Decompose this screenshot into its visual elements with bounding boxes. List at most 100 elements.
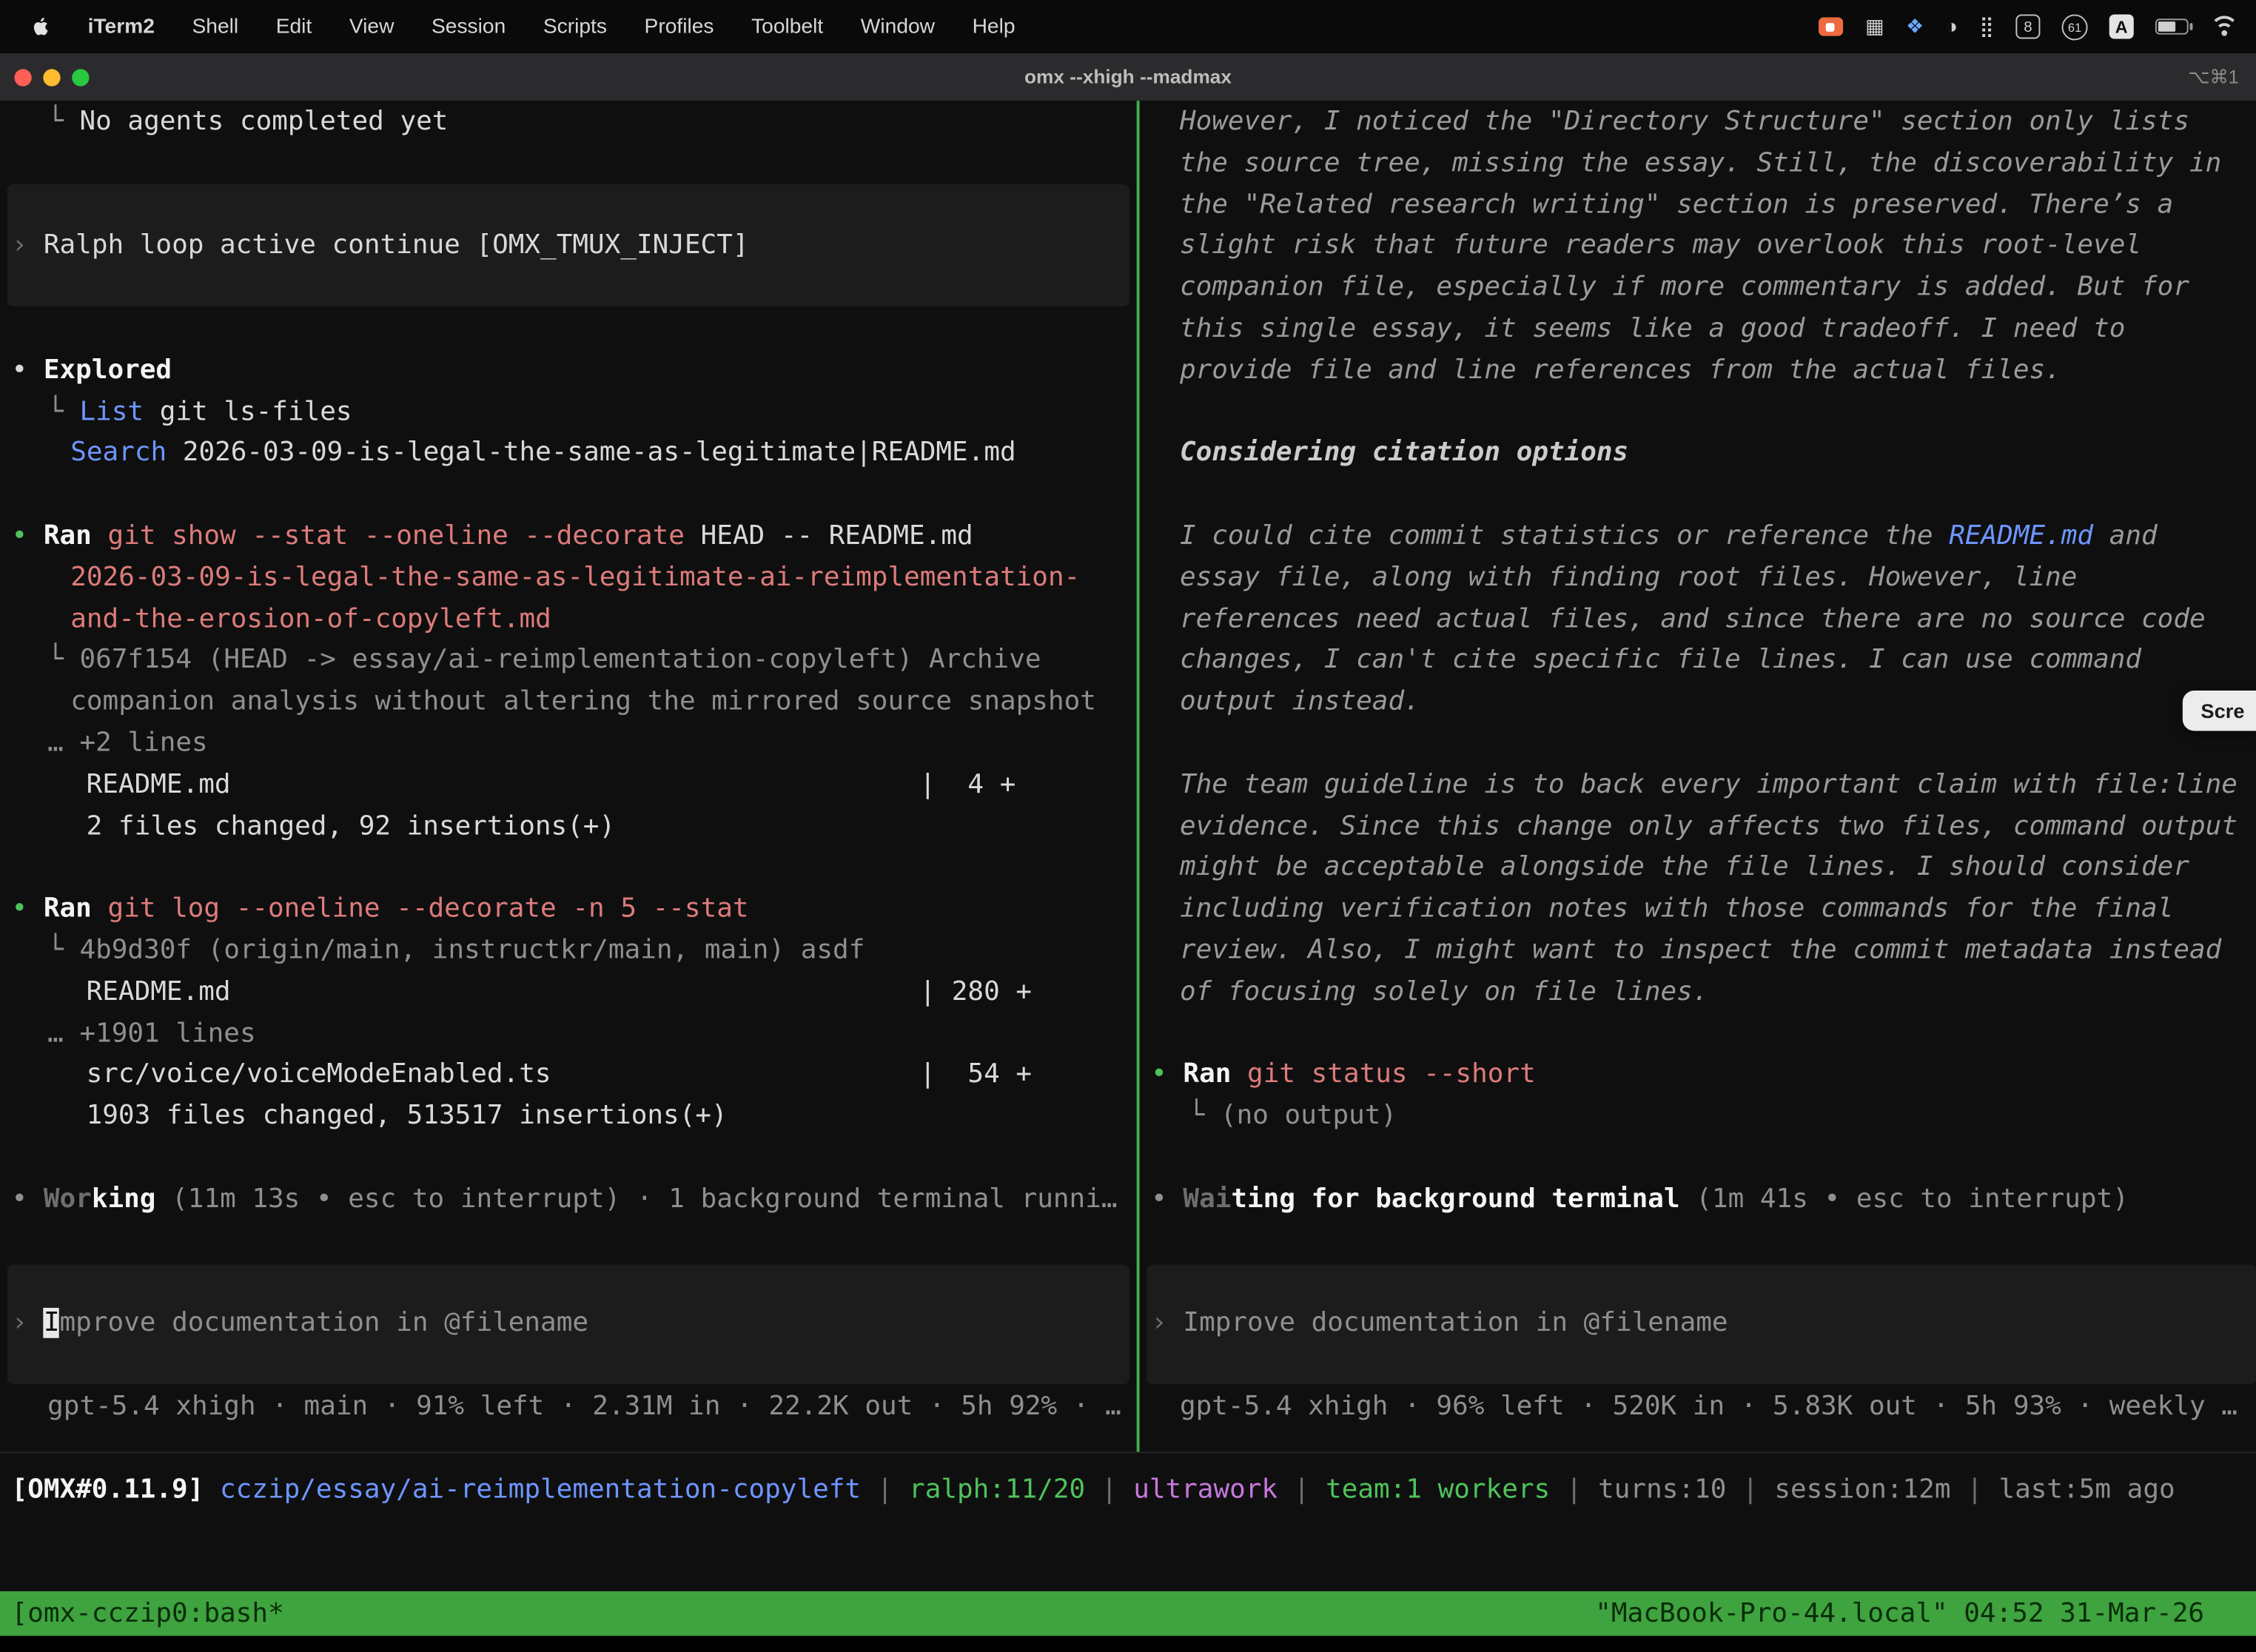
apple-menu-icon[interactable] <box>29 14 50 38</box>
terminal-line: Considering citation options <box>1151 434 2256 475</box>
terminal-line: └ (no output) <box>1151 1096 2256 1138</box>
menu-toolbelt[interactable]: Toolbelt <box>751 15 823 38</box>
input-source-icon[interactable]: A <box>2109 14 2134 38</box>
text-segment: 2 files changed, 92 insertions(+) <box>87 810 615 841</box>
prompt-line: › Improve documentation in @filename <box>12 1303 1137 1345</box>
terminal-line: README.md | 280 + <box>12 973 1137 1014</box>
window-title: omx --xhigh --madmax <box>0 66 2256 87</box>
sparkle-icon[interactable]: ❖ <box>1906 14 1924 38</box>
text-segment: 067f154 (HEAD -> essay/ai-reimplementati… <box>79 645 1041 676</box>
text-segment: Wai <box>1183 1183 1231 1214</box>
terminal-line <box>12 309 1137 351</box>
screen-recording-indicator-icon[interactable] <box>1819 17 1844 36</box>
text-segment: companion analysis without altering the … <box>70 687 1096 717</box>
text-segment: └ <box>47 107 79 137</box>
text-segment <box>92 893 108 924</box>
pane-bottom-separator <box>0 1451 2256 1453</box>
menu-profiles[interactable]: Profiles <box>645 15 714 38</box>
terminal-line: src/voice/voiceModeEnabled.ts | 54 + <box>12 1055 1137 1097</box>
right-pane[interactable]: However, I noticed the "Directory Struct… <box>1140 101 2256 1451</box>
text-segment: • <box>12 355 44 386</box>
text-segment: slight risk that future readers may over… <box>1180 231 2141 261</box>
keypad-icon[interactable]: 8 <box>2015 14 2040 38</box>
battery-percentage-icon[interactable]: 61 <box>2062 13 2088 39</box>
terminal-line: this single essay, it seems like a good … <box>1151 309 2256 351</box>
text-segment: the "Related research writing" section i… <box>1180 189 2173 220</box>
menu-view[interactable]: View <box>349 15 395 38</box>
terminal-line: └ List git ls-files <box>12 392 1137 434</box>
tmux-session-label[interactable]: [omx-cczip0:bash* <box>0 1591 284 1636</box>
omx-status-line: [OMX#0.11.9] cczip/essay/ai-reimplementa… <box>12 1471 2256 1512</box>
text-segment: The team guideline is to back every impo… <box>1180 769 2237 799</box>
wifi-icon[interactable] <box>2210 16 2239 37</box>
inject-line: › Ralph loop active continue [OMX_TMUX_I… <box>12 226 1137 268</box>
terminal-line: • Ran git show --stat --oneline --decora… <box>12 517 1137 558</box>
menu-help[interactable]: Help <box>973 15 1015 38</box>
text-segment: | <box>1550 1474 1598 1505</box>
text-segment: | <box>1951 1474 1999 1505</box>
text-segment: Ran <box>44 893 92 924</box>
text-segment: gpt-5.4 xhigh · 96% left · 520K in · 5.8… <box>1180 1391 2237 1421</box>
pane-divider[interactable] <box>1137 101 1140 1451</box>
terminal-line <box>12 185 1137 226</box>
battery-icon[interactable] <box>2155 19 2189 35</box>
left-pane[interactable]: └ No agents completed yet› Ralph loop ac… <box>0 101 1137 1451</box>
text-segment: └ <box>47 397 79 427</box>
text-segment: session:12m <box>1774 1474 1950 1505</box>
grid-icon[interactable]: ▦ <box>1865 14 1884 38</box>
terminal-line <box>1151 1345 2256 1386</box>
text-segment: the source tree, missing the essay. Stil… <box>1180 148 2221 178</box>
text-segment: • <box>12 521 44 551</box>
menu-session[interactable]: Session <box>432 15 506 38</box>
terminal-line: … +1901 lines <box>12 1014 1137 1055</box>
text-segment: and-the-erosion-of-copyleft.md <box>70 604 551 634</box>
zoom-button[interactable] <box>72 68 89 85</box>
text-segment: essay file, along with finding root file… <box>1180 563 2077 593</box>
menu-edit[interactable]: Edit <box>276 15 312 38</box>
terminal-line: However, I noticed the "Directory Struct… <box>1151 102 2256 144</box>
menu-app-name[interactable]: iTerm2 <box>88 15 155 38</box>
terminal-line: slight risk that future readers may over… <box>1151 226 2256 268</box>
terminal-line <box>1151 1014 2256 1055</box>
terminal-line: • Ran git status --short <box>1151 1055 2256 1097</box>
terminal-line: references need actual files, and since … <box>1151 600 2256 641</box>
window-title-bar[interactable]: omx --xhigh --madmax ⌥⌘1 <box>0 53 2256 101</box>
text-segment: HEAD -- README.md <box>685 521 973 551</box>
text-segment: ultrawork <box>1133 1474 1278 1505</box>
text-segment: last:5m ago <box>1998 1474 2175 1505</box>
text-segment: › <box>12 231 44 261</box>
text-segment: cczip/essay/ai-reimplementation-copyleft <box>220 1474 861 1505</box>
close-button[interactable] <box>14 68 31 85</box>
text-segment: (no output) <box>1221 1101 1397 1131</box>
terminal-line <box>12 848 1137 890</box>
menu-shell[interactable]: Shell <box>192 15 238 38</box>
text-segment: Ran <box>1183 1059 1231 1089</box>
screen-sharing-tab[interactable]: Scre <box>2182 691 2256 731</box>
text-segment: Ralph loop active continue [OMX_TMUX_INJ… <box>44 231 749 261</box>
app-grid-icon[interactable]: ⣿ <box>1979 14 1994 38</box>
terminal-line <box>12 1262 1137 1303</box>
terminal-line <box>12 1345 1137 1386</box>
text-segment: might be acceptable alongside the file l… <box>1180 852 2189 882</box>
terminal-line <box>12 1138 1137 1179</box>
text-segment: 4b9d30f (origin/main, instructkr/main, m… <box>79 935 865 965</box>
text-segment: gpt-5.4 xhigh · main · 91% left · 2.31M … <box>47 1391 1121 1421</box>
text-segment: I <box>44 1308 60 1338</box>
text-segment: | <box>1278 1474 1326 1505</box>
text-segment: └ <box>47 935 79 965</box>
text-segment: • <box>1151 1059 1183 1089</box>
terminal-line: • Ran git log --oneline --decorate -n 5 … <box>12 890 1137 931</box>
text-segment: output instead. <box>1180 687 1420 717</box>
text-segment: team:1 workers <box>1326 1474 1550 1505</box>
terminal-line: The team guideline is to back every impo… <box>1151 765 2256 807</box>
circle-icon[interactable]: ◑ <box>1946 14 1958 38</box>
text-segment: List <box>79 397 144 427</box>
text-segment: Considering citation options <box>1180 438 1628 469</box>
menu-scripts[interactable]: Scripts <box>543 15 607 38</box>
minimize-button[interactable] <box>43 68 60 85</box>
tmux-status-bar: [omx-cczip0:bash* "MacBook-Pro-44.local"… <box>0 1591 2256 1636</box>
terminal-line: evidence. Since this change only affects… <box>1151 807 2256 848</box>
terminal-line: provide file and line references from th… <box>1151 351 2256 392</box>
left-pane-lines: └ No agents completed yet› Ralph loop ac… <box>0 102 1137 1428</box>
menu-window[interactable]: Window <box>861 15 935 38</box>
